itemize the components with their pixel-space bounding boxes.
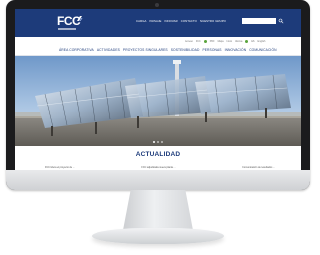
search-icon[interactable]	[278, 18, 284, 24]
header-link-paisaje[interactable]: PAISAJE	[149, 19, 161, 23]
header-link-nuestro-grupo[interactable]: NUESTRO GRUPO	[200, 19, 226, 23]
monitor-chin	[6, 170, 310, 190]
section-title-actualidad: ACTUALIDAD	[135, 151, 181, 158]
utility-link[interactable]: Inicio	[227, 40, 233, 43]
utility-link[interactable]: FCC	[196, 40, 201, 43]
utility-row: Acceso FCC PDF Mapa Inicio Idioma ES Eng…	[185, 40, 265, 43]
utility-link[interactable]: Acceso	[185, 40, 193, 43]
monitor-stand-neck	[123, 190, 193, 230]
main-nav: ÁREA CORPORATIVA ACTIVIDADES PROYECTOS S…	[59, 48, 277, 53]
utility-link[interactable]: English	[258, 40, 266, 43]
monitor-stand-base	[92, 228, 224, 244]
nav-item-sostenibilidad[interactable]: SOSTENIBILIDAD	[171, 48, 200, 53]
news-item[interactable]: FCC adjudicada nueva planta ...	[141, 166, 175, 169]
nav-item-personas[interactable]: PERSONAS	[202, 48, 221, 53]
site-header: FCC CARGA PAISAJE INNOVAR CONTACTO NUEST…	[15, 9, 301, 37]
monitor: FCC CARGA PAISAJE INNOVAR CONTACTO NUEST…	[6, 0, 310, 190]
webcam-icon	[155, 3, 159, 7]
header-link-carga[interactable]: CARGA	[136, 19, 146, 23]
nav-item-innovacion[interactable]: INNOVACIÓN	[225, 48, 247, 53]
site-logo[interactable]: FCC	[57, 15, 83, 32]
utility-link[interactable]: PDF	[210, 40, 215, 43]
nav-item-actividades[interactable]: ACTIVIDADES	[97, 48, 120, 53]
language-dot-icon	[245, 40, 249, 43]
utility-link[interactable]: Mapa	[218, 40, 224, 43]
header-links: CARGA PAISAJE INNOVAR CONTACTO NUESTRO G…	[136, 19, 226, 23]
status-dot-icon	[203, 40, 207, 43]
logo-tagline-bar	[58, 28, 76, 30]
nav-item-comunicacion[interactable]: COMUNICACIÓN	[249, 48, 276, 53]
nav-item-area-corporativa[interactable]: ÁREA CORPORATIVA	[59, 48, 94, 53]
news-list: FCC lidera el proyecto de ... FCC adjudi…	[45, 166, 275, 169]
header-link-innovar[interactable]: INNOVAR	[164, 19, 177, 23]
search-input[interactable]	[242, 18, 276, 24]
utility-link[interactable]: ES	[251, 40, 254, 43]
utility-link[interactable]: Idioma	[235, 40, 242, 43]
nav-item-proyectos-singulares[interactable]: PROYECTOS SINGULARES	[123, 48, 168, 53]
screen: FCC CARGA PAISAJE INNOVAR CONTACTO NUEST…	[15, 9, 301, 170]
solar-thermal-plant-photo	[15, 56, 301, 146]
news-item[interactable]: FCC lidera el proyecto de ...	[45, 166, 75, 169]
header-link-contacto[interactable]: CONTACTO	[181, 19, 197, 23]
fcc-logo-mark-icon	[77, 16, 83, 21]
news-item[interactable]: Comunicación de resultados ...	[242, 166, 275, 169]
hero-banner[interactable]	[15, 56, 301, 146]
